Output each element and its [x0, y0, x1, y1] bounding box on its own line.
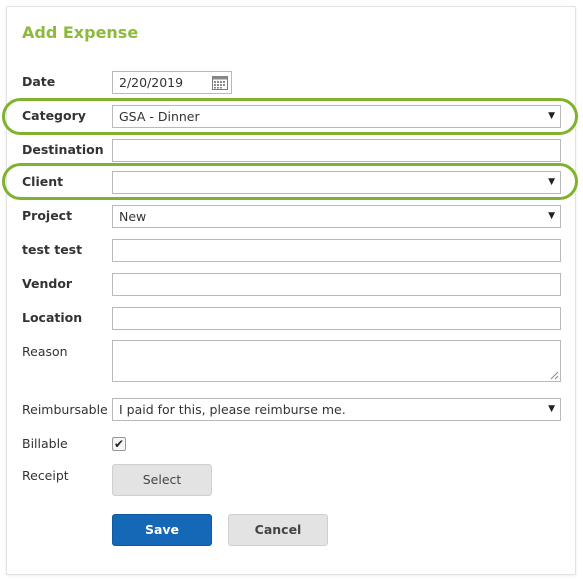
vendor-label: Vendor: [22, 276, 73, 291]
project-value: New: [119, 209, 147, 224]
date-input[interactable]: 2/20/2019: [112, 71, 232, 94]
receipt-label: Receipt: [22, 468, 69, 483]
chevron-down-icon: ▼: [548, 211, 555, 221]
billable-label: Billable: [22, 436, 68, 451]
chevron-down-icon: ▼: [548, 404, 555, 414]
destination-input[interactable]: [112, 139, 561, 162]
test-test-label: test test: [22, 242, 83, 257]
reimbursable-value: I paid for this, please reimburse me.: [119, 402, 346, 417]
reimbursable-label: Reimbursable: [22, 402, 108, 417]
date-label: Date: [22, 74, 56, 89]
destination-label: Destination: [22, 142, 104, 157]
calendar-icon[interactable]: [212, 75, 228, 90]
reimbursable-select[interactable]: I paid for this, please reimburse me. ▼: [112, 398, 561, 421]
save-button[interactable]: Save: [112, 514, 212, 546]
location-label: Location: [22, 310, 83, 325]
test-test-input[interactable]: [112, 239, 561, 262]
checkmark-icon: ✔: [113, 437, 125, 451]
page-title: Add Expense: [22, 23, 139, 42]
project-select[interactable]: New ▼: [112, 205, 561, 228]
category-highlight-ellipse: [2, 98, 578, 135]
project-label: Project: [22, 208, 73, 223]
date-value: 2/20/2019: [119, 75, 184, 90]
cancel-button[interactable]: Cancel: [228, 514, 328, 546]
reason-textarea[interactable]: [112, 340, 561, 382]
select-receipt-button[interactable]: Select: [112, 464, 212, 496]
location-input[interactable]: [112, 307, 561, 330]
resize-grip-icon[interactable]: [550, 371, 559, 380]
client-highlight-ellipse: [2, 163, 578, 200]
reason-label: Reason: [22, 344, 68, 359]
vendor-input[interactable]: [112, 273, 561, 296]
billable-checkbox[interactable]: ✔: [112, 437, 126, 451]
